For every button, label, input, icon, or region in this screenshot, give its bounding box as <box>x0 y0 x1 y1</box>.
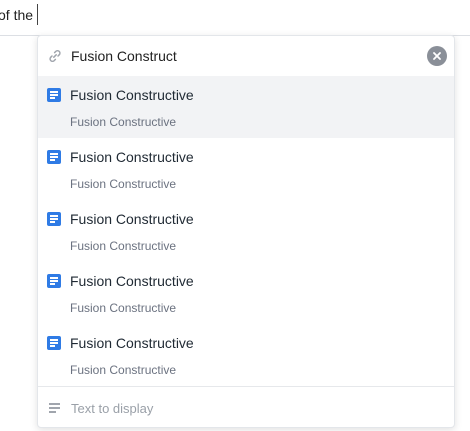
document-icon <box>47 274 61 288</box>
search-result-subtitle: Fusion Constructive <box>70 115 177 129</box>
search-result-item[interactable]: Fusion Constructive Fusion Constructive <box>38 262 454 324</box>
search-result-subtitle: Fusion Constructive <box>70 177 177 191</box>
link-url-input[interactable] <box>71 45 416 67</box>
link-search-results: Fusion Constructive Fusion Constructive Fu… <box>38 76 454 386</box>
search-result-subtitle: Fusion Constructive <box>70 363 177 377</box>
document-icon <box>47 150 61 164</box>
search-result-item[interactable]: Fusion Constructive Fusion Constructive <box>38 324 454 386</box>
search-result-item[interactable]: Fusion Constructive Fusion Constructive <box>38 200 454 262</box>
search-result-title: Fusion Constructive <box>70 273 194 289</box>
search-result-subtitle: Fusion Constructive <box>70 301 177 315</box>
link-picker-popup: Fusion ConstructiveFusion ConstructiveFu… <box>37 35 455 428</box>
search-result-title: Fusion Constructive <box>70 335 194 351</box>
document-icon <box>47 88 61 102</box>
text-lines-icon <box>49 403 60 413</box>
search-result-title: Fusion Constructive <box>70 87 194 103</box>
close-icon <box>433 52 441 60</box>
search-result-item[interactable]: Fusion Constructive Fusion Constructive <box>38 76 454 138</box>
document-icon <box>47 212 61 226</box>
text-caret <box>37 4 38 25</box>
link-url-row <box>38 36 454 76</box>
search-result-title: Fusion Constructive <box>70 149 194 165</box>
text-to-display-input[interactable] <box>71 397 431 419</box>
link-icon <box>49 50 61 62</box>
editor-content[interactable]: of the <box>0 0 470 36</box>
editor-text: of the <box>0 7 34 23</box>
text-to-display-row <box>38 386 454 427</box>
search-result-title: Fusion Constructive <box>70 211 194 227</box>
clear-url-button[interactable] <box>427 46 447 66</box>
document-icon <box>47 336 61 350</box>
search-result-subtitle: Fusion Constructive <box>70 239 177 253</box>
search-result-item[interactable]: Fusion Constructive Fusion Constructive <box>38 138 454 200</box>
